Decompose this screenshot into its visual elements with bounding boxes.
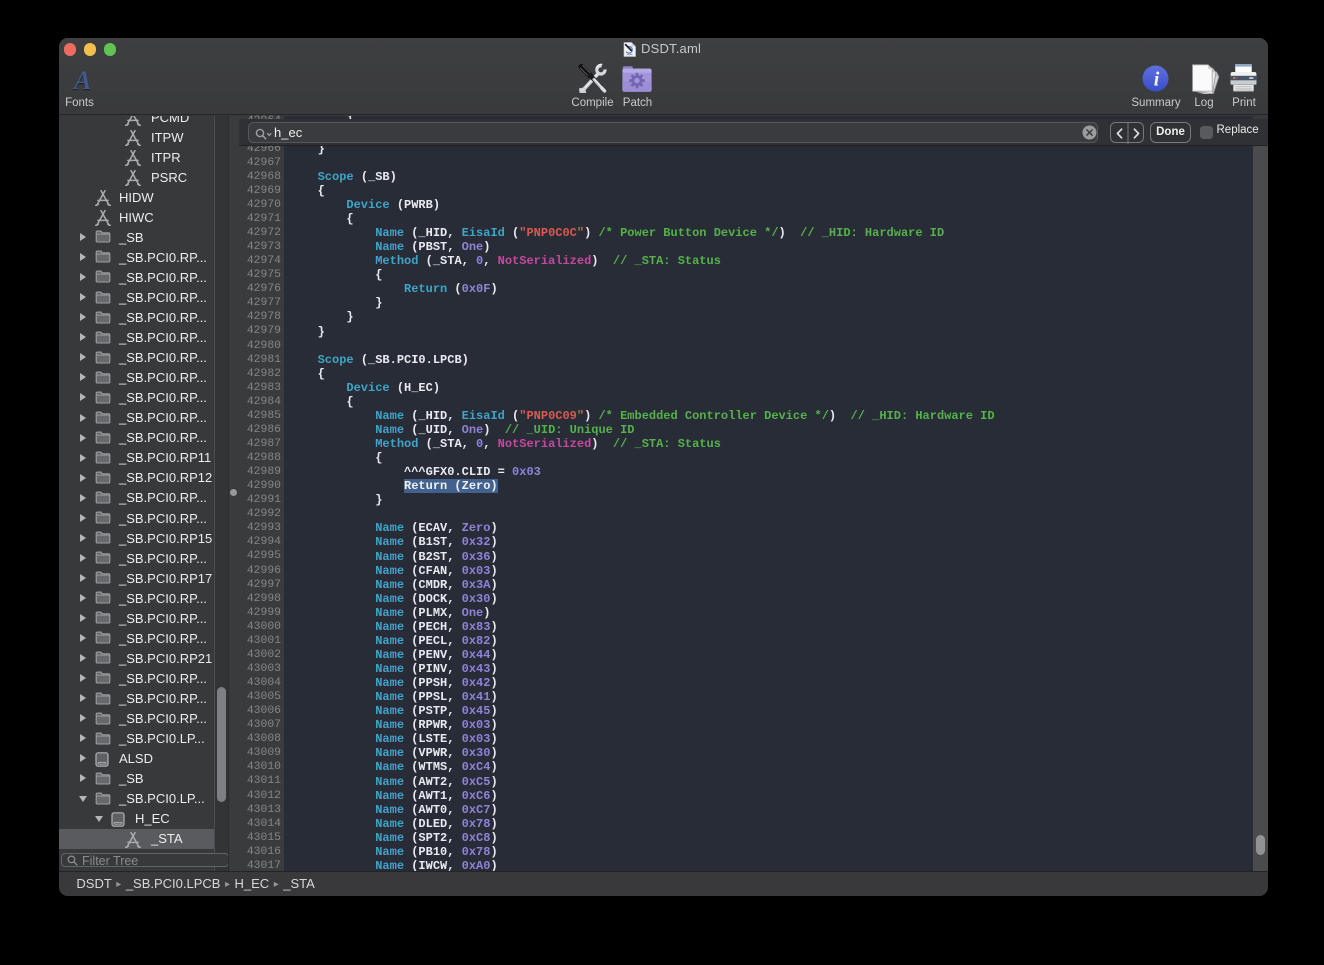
- svg-text:i: i: [1154, 68, 1160, 90]
